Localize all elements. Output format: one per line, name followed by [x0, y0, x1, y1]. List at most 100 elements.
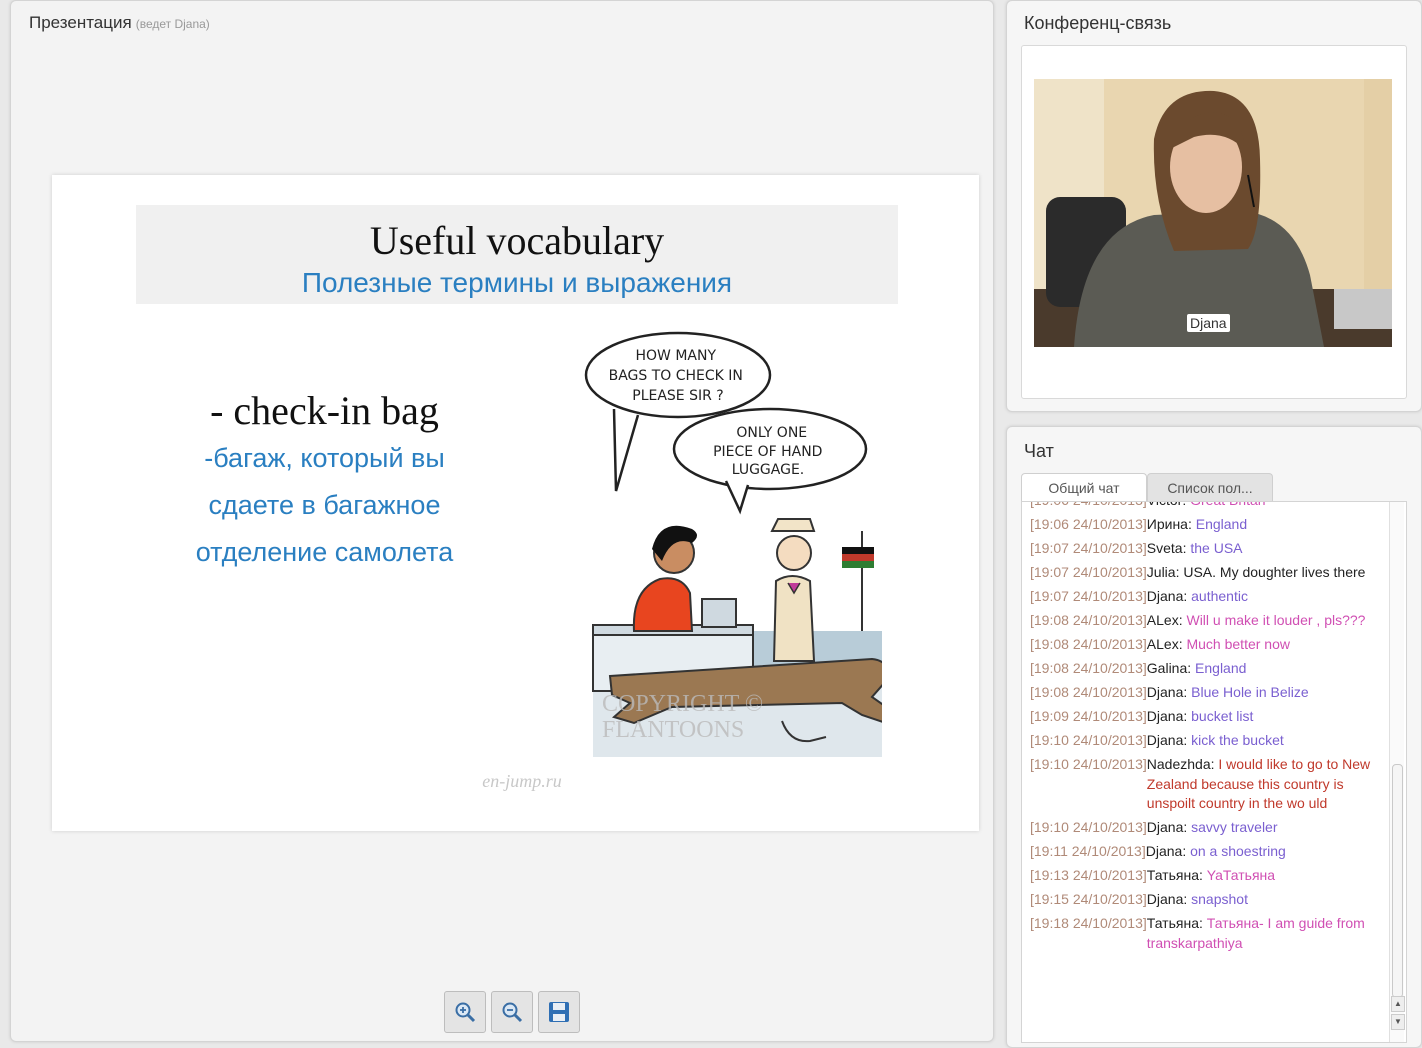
message-text: kick the bucket: [1191, 732, 1284, 748]
chat-message: [19:10 24/10/2013] Djana: kick the bucket: [1030, 731, 1386, 751]
save-button[interactable]: [538, 991, 580, 1033]
message-timestamp: [19:08 24/10/2013]: [1030, 612, 1147, 628]
chat-message: [19:18 24/10/2013] Татьяна: Татьяна- I am…: [1030, 914, 1386, 953]
message-text: the USA: [1190, 540, 1243, 556]
participant-name-label: Djana: [1187, 314, 1230, 332]
presentation-panel: Презентация (ведет Djana) Useful vocabula…: [10, 0, 994, 1042]
message-author: Djana:: [1146, 684, 1188, 700]
message-text: England: [1195, 660, 1247, 676]
chat-message-area: [19:06 24/10/2013]Victor: Great Britan[1…: [1021, 501, 1407, 1043]
message-timestamp: [19:10 24/10/2013]: [1030, 732, 1147, 748]
message-body: Djana: snapshot: [1147, 890, 1386, 910]
message-body: ALex: Will u make it louder , pls???: [1147, 611, 1386, 631]
message-timestamp: [19:07 24/10/2013]: [1030, 540, 1147, 556]
vocabulary-term: - check-in bag: [210, 388, 439, 433]
message-body: Татьяна: YaТатьяна: [1147, 866, 1386, 886]
message-timestamp: [19:08 24/10/2013]: [1030, 660, 1147, 676]
message-author: Djana:: [1146, 819, 1188, 835]
chat-message-list: [19:06 24/10/2013]Victor: Great Britan[1…: [1030, 502, 1386, 958]
presentation-title: Презентация (ведет Djana): [29, 13, 210, 32]
chat-message: [19:09 24/10/2013] Djana: bucket list: [1030, 707, 1386, 727]
chat-message: [19:06 24/10/2013]Victor: Great Britan: [1030, 502, 1386, 511]
zoom-in-button[interactable]: [444, 991, 486, 1033]
scroll-down-button[interactable]: ▼: [1391, 1014, 1405, 1030]
message-timestamp: [19:11 24/10/2013]: [1030, 843, 1146, 859]
message-body: Djana: authentic: [1147, 587, 1386, 607]
message-body: Djana: kick the bucket: [1147, 731, 1386, 751]
message-author: Nadezhda:: [1146, 756, 1215, 772]
zoom-out-icon: [502, 1002, 523, 1023]
message-text: YaТатьяна: [1206, 867, 1276, 883]
zoom-in-icon: [455, 1002, 476, 1023]
bubble2-line: PIECE OF HAND: [713, 444, 822, 460]
zoom-out-button[interactable]: [491, 991, 533, 1033]
presenter-label: (ведет Djana): [135, 17, 210, 31]
term-description-line: отделение самолета: [195, 537, 454, 567]
message-timestamp: [19:08 24/10/2013]: [1030, 636, 1147, 652]
webcam-video[interactable]: Djana: [1034, 79, 1392, 347]
message-body: Djana: savvy traveler: [1147, 818, 1386, 838]
chat-title: Чат: [1024, 441, 1054, 461]
message-text: snapshot: [1191, 891, 1248, 907]
message-author: Djana:: [1146, 891, 1188, 907]
chat-message: [19:07 24/10/2013] Sveta: the USA: [1030, 539, 1386, 559]
message-author: ALex:: [1146, 636, 1183, 652]
message-body: ALex: Much better now: [1147, 635, 1386, 655]
message-author: Татьяна:: [1146, 867, 1203, 883]
message-body: Sveta: the USA: [1147, 539, 1386, 559]
message-author: Sveta:: [1146, 540, 1187, 556]
chat-message: [19:15 24/10/2013] Djana: snapshot: [1030, 890, 1386, 910]
video-container: Djana: [1021, 45, 1407, 399]
tab-general-chat[interactable]: Общий чат: [1021, 473, 1147, 502]
scroll-up-button[interactable]: ▲: [1391, 996, 1405, 1012]
message-timestamp: [19:06 24/10/2013]: [1030, 516, 1147, 532]
chat-message: [19:10 24/10/2013] Djana: savvy traveler: [1030, 818, 1386, 838]
message-body: Galina: England: [1147, 659, 1386, 679]
save-icon: [549, 1002, 569, 1022]
message-author: Julia:: [1146, 564, 1180, 580]
copyright-line: COPYRIGHT ©: [602, 691, 763, 717]
slide: Useful vocabulary Полезные термины и выр…: [52, 175, 979, 831]
message-text: savvy traveler: [1191, 819, 1278, 835]
message-author: Djana:: [1146, 708, 1188, 724]
message-body: Djana: bucket list: [1147, 707, 1386, 727]
chat-message: [19:13 24/10/2013] Татьяна: YaТатьяна: [1030, 866, 1386, 886]
chat-message: [19:08 24/10/2013] Galina: England: [1030, 659, 1386, 679]
message-text: Blue Hole in Belize: [1191, 684, 1309, 700]
chat-scrollbar[interactable]: ▲ ▼: [1389, 502, 1405, 1042]
message-text: USA. My doughter lives there: [1183, 564, 1366, 580]
message-author: Victor:: [1147, 502, 1186, 508]
message-body: Djana: Blue Hole in Belize: [1147, 683, 1386, 703]
watermark: en-jump.ru: [482, 771, 562, 791]
term-description-line: -багаж, который вы: [204, 443, 445, 473]
message-timestamp: [19:09 24/10/2013]: [1030, 708, 1147, 724]
bubble2-line: LUGGAGE.: [732, 462, 805, 478]
message-text: bucket list: [1191, 708, 1254, 724]
copyright-line: FLANTOONS: [602, 717, 744, 743]
message-body: Татьяна: Татьяна- I am guide from transk…: [1147, 914, 1386, 953]
message-timestamp: [19:08 24/10/2013]: [1030, 684, 1147, 700]
slide-subtitle: Полезные термины и выражения: [301, 267, 733, 298]
bubble1-line: PLEASE SIR ?: [632, 388, 723, 404]
chat-message: [19:10 24/10/2013] Nadezhda: I would like…: [1030, 755, 1386, 814]
message-body: Nadezhda: I would like to go to New Zeal…: [1147, 755, 1386, 814]
message-timestamp: [19:06 24/10/2013]: [1030, 502, 1147, 511]
message-timestamp: [19:13 24/10/2013]: [1030, 867, 1147, 883]
webcam-frame: [1034, 79, 1392, 347]
tab-user-list[interactable]: Список пол...: [1147, 473, 1273, 502]
chat-scrollbar-thumb[interactable]: [1392, 764, 1403, 998]
message-body: Julia: USA. My doughter lives there: [1147, 563, 1386, 583]
bubble1-line: HOW MANY: [636, 348, 717, 364]
message-body: Ирина: England: [1147, 515, 1386, 535]
message-text: Great Britan: [1190, 502, 1265, 508]
chat-panel: Чат Общий чат Список пол... [19:06 24/10…: [1006, 426, 1422, 1048]
chat-message: [19:08 24/10/2013] ALex: Will u make it l…: [1030, 611, 1386, 631]
bubble1-line: BAGS TO CHECK IN: [609, 368, 743, 384]
conference-panel: Конференц-связь Djana: [1006, 0, 1422, 412]
chat-message: [19:07 24/10/2013] Djana: authentic: [1030, 587, 1386, 607]
message-author: Татьяна:: [1146, 915, 1203, 931]
message-timestamp: [19:10 24/10/2013]: [1030, 819, 1147, 835]
chat-message: [19:11 24/10/2013] Djana: on a shoestring: [1030, 842, 1386, 862]
bubble2-line: ONLY ONE: [736, 425, 807, 441]
message-text: authentic: [1191, 588, 1248, 604]
